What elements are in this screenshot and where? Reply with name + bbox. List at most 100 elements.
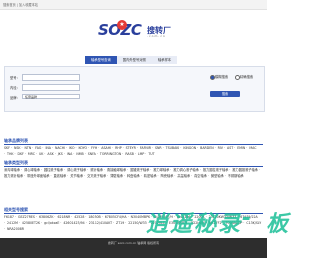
- list-item[interactable]: 直线轴承 ·: [54, 174, 69, 178]
- list-item[interactable]: 不锈钢轴承: [228, 174, 244, 178]
- tab-model-search[interactable]: 轴承型号查询: [85, 56, 117, 64]
- footer-text: 搜转厂 sozc.com.cn 轴承网 版权所有: [107, 241, 160, 245]
- list-item[interactable]: SNFA ·: [88, 152, 98, 156]
- list-item[interactable]: 薄壁轴承 ·: [110, 174, 125, 178]
- tab-cross-reference[interactable]: 国内外型号对照: [116, 56, 152, 64]
- watermark: 逍遥秘录-板: [146, 206, 288, 237]
- top-links[interactable]: 搜索首页 | 加入收藏本站: [3, 2, 38, 7]
- footer: 搜转厂 sozc.com.cn 轴承网 版权所有: [0, 238, 267, 258]
- list-item[interactable]: SKF ·: [4, 146, 12, 150]
- list-item[interactable]: TORRINGTON ·: [100, 152, 123, 156]
- list-item[interactable]: STEYR ·: [126, 146, 138, 150]
- list-item[interactable]: INA ·: [45, 146, 53, 150]
- list-item[interactable]: LMP ·: [138, 152, 146, 156]
- brand-select[interactable]: 任意品牌: [22, 94, 80, 99]
- list-item[interactable]: FAG ·: [35, 146, 43, 150]
- list-item[interactable]: TSUBAKI ·: [166, 146, 182, 150]
- list-item[interactable]: 带座外球面轴承 ·: [27, 174, 51, 178]
- list-item[interactable]: JKS ·: [58, 152, 65, 156]
- list-item[interactable]: 微型轴承 ·: [211, 174, 226, 178]
- list-item[interactable]: 陶瓷轴承 ·: [161, 174, 176, 178]
- list-item[interactable]: TUT: [148, 152, 154, 156]
- list-item[interactable]: AST ·: [227, 146, 235, 150]
- list-item[interactable]: 滚针轴承 ·: [90, 168, 105, 172]
- list-item[interactable]: 推力球轴承 ·: [153, 168, 171, 172]
- list-item[interactable]: ZT19 ·: [116, 221, 126, 225]
- list-item[interactable]: RASB ·: [125, 152, 136, 156]
- list-item[interactable]: 交叉滚子轴承 ·: [87, 174, 108, 178]
- list-item[interactable]: 调心滚子轴承 ·: [67, 168, 88, 172]
- list-item[interactable]: 推力滚针轴承 ·: [4, 174, 25, 178]
- list-item[interactable]: INA ·: [67, 152, 75, 156]
- list-item[interactable]: gcl/okzaE ·: [44, 221, 61, 225]
- logo-star-icon: ★: [117, 20, 127, 30]
- list-item[interactable]: EMIN ·: [237, 146, 247, 150]
- list-item[interactable]: BARDEN ·: [200, 146, 215, 150]
- brand-list: SKF · NSK · NTN · FAG · INA · NACHI · IKO · KOY…: [4, 145, 263, 157]
- list-item[interactable]: 2412M ·: [7, 221, 20, 225]
- list-item[interactable]: 圆柱滚子轴承 ·: [44, 168, 65, 172]
- list-item[interactable]: FAFNIR ·: [140, 146, 153, 150]
- list-item[interactable]: DKF ·: [17, 152, 25, 156]
- exact-label: 精确搜索: [240, 75, 254, 79]
- brand-label: 品牌:: [10, 96, 18, 100]
- watermark-char: 逍: [146, 212, 169, 237]
- search-panel: 型号: 内径: 品牌: 任意品牌 模糊搜索 精确搜索 搜索: [4, 66, 265, 112]
- list-item[interactable]: 转盘轴承 ·: [127, 174, 142, 178]
- list-item[interactable]: 推力圆柱滚子轴承 ·: [203, 168, 231, 172]
- list-item[interactable]: RHP ·: [115, 146, 124, 150]
- list-item[interactable]: 67805CF4/HA ·: [105, 215, 129, 219]
- list-item[interactable]: 6218NR ·: [57, 215, 72, 219]
- top-bar: 搜索首页 | 加入收藏本站: [0, 0, 267, 10]
- list-item[interactable]: FYH ·: [91, 146, 99, 150]
- search-tabs: 轴承型号查询 国内外型号对照 轴承样本: [85, 56, 178, 64]
- list-item[interactable]: 调心球轴承 ·: [24, 168, 42, 172]
- watermark-char: 遥: [170, 212, 193, 237]
- watermark-char: 录: [218, 212, 241, 237]
- list-item[interactable]: 高温轴承 ·: [177, 174, 192, 178]
- list-item[interactable]: 42601423/94 ·: [63, 221, 86, 225]
- list-item[interactable]: NRA2008R: [7, 227, 24, 231]
- list-item[interactable]: 42528 ·: [74, 215, 86, 219]
- logo-sub: .com.cn: [147, 34, 166, 38]
- list-item[interactable]: UK ·: [39, 152, 45, 156]
- bore-input[interactable]: [22, 84, 80, 91]
- list-item[interactable]: 42580ET2K ·: [22, 221, 42, 225]
- list-item[interactable]: 23112/410AKT ·: [89, 221, 114, 225]
- watermark-char: 秘: [194, 212, 217, 237]
- list-item[interactable]: 角接触球轴承 ·: [107, 168, 128, 172]
- search-button[interactable]: 搜索: [210, 91, 240, 97]
- watermark-char: 板: [266, 212, 289, 237]
- list-item[interactable]: NSK ·: [14, 146, 23, 150]
- list-item[interactable]: RIV ·: [218, 146, 225, 150]
- list-item[interactable]: THK ·: [7, 152, 15, 156]
- list-item[interactable]: SNR ·: [155, 146, 164, 150]
- list-item[interactable]: 深沟球轴承 ·: [4, 168, 22, 172]
- list-item[interactable]: KINGON ·: [183, 146, 198, 150]
- list-item[interactable]: NMB ·: [76, 152, 85, 156]
- model-input[interactable]: [22, 74, 80, 81]
- list-item[interactable]: MRC ·: [28, 152, 37, 156]
- list-item[interactable]: 精密轴承 ·: [144, 174, 159, 178]
- site-logo[interactable]: SOZC ★ 搜转厂 .com.cn: [93, 18, 175, 40]
- list-item[interactable]: ASK ·: [47, 152, 55, 156]
- list-item[interactable]: NACHI ·: [55, 146, 67, 150]
- list-item[interactable]: GEZ27RES ·: [18, 215, 37, 219]
- model-label: 型号:: [10, 76, 18, 80]
- list-item[interactable]: IKO ·: [69, 146, 76, 150]
- list-item[interactable]: 63806ZK ·: [39, 215, 55, 219]
- list-item[interactable]: F6187 ·: [4, 215, 16, 219]
- list-item[interactable]: 推力圆锥滚子轴承 ·: [232, 168, 260, 172]
- list-item[interactable]: ASAHI ·: [101, 146, 113, 150]
- bore-label: 内径:: [10, 86, 18, 90]
- list-item[interactable]: 关节轴承 ·: [70, 174, 85, 178]
- watermark-char: -: [242, 206, 252, 231]
- list-item[interactable]: KOYO ·: [79, 146, 90, 150]
- list-item[interactable]: 18030B ·: [88, 215, 102, 219]
- list-item[interactable]: 圆锥滚子轴承 ·: [130, 168, 151, 172]
- list-item[interactable]: 推力调心滚子轴承 ·: [173, 168, 201, 172]
- list-item[interactable]: 真空轴承 ·: [194, 174, 209, 178]
- tab-catalog[interactable]: 轴承样本: [151, 56, 178, 64]
- fuzzy-label: 模糊搜索: [215, 75, 229, 79]
- list-item[interactable]: NTN ·: [25, 146, 34, 150]
